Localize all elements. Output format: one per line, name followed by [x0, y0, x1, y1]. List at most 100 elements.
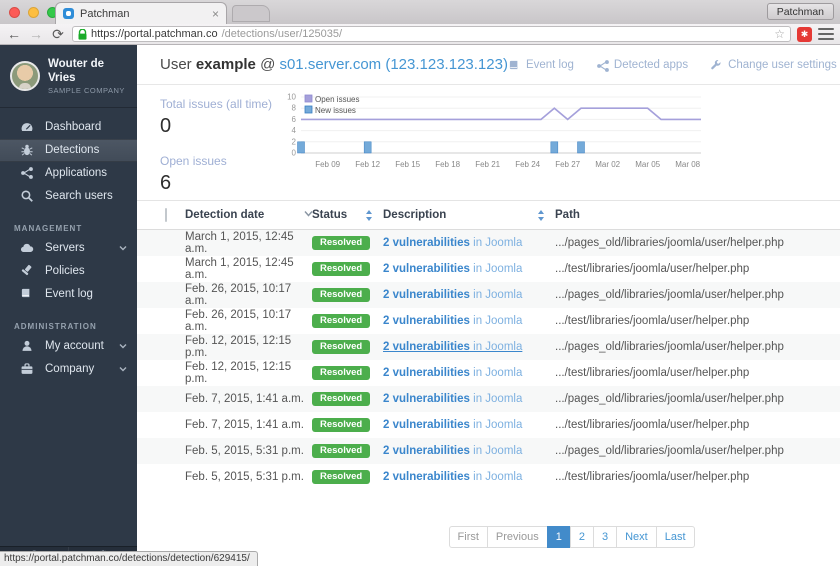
- vulnerability-count: 2 vulnerabilities: [383, 289, 470, 301]
- page-button-next[interactable]: Next: [616, 526, 657, 548]
- header-action-event-log[interactable]: Event log: [508, 59, 574, 71]
- tab-close-icon[interactable]: ×: [212, 8, 219, 20]
- chevron-down-icon: [119, 366, 127, 372]
- menu-icon[interactable]: [818, 28, 834, 40]
- sidebar-item-company[interactable]: Company: [0, 358, 137, 381]
- sidebar-item-detections[interactable]: Detections: [0, 139, 137, 162]
- url-host-text: https://portal.patchman.co: [91, 28, 218, 40]
- back-button[interactable]: ←: [6, 27, 22, 41]
- sort-both-icon[interactable]: [365, 210, 373, 220]
- status-badge: Resolved: [312, 392, 370, 406]
- vulnerability-count: 2 vulnerabilities: [383, 341, 470, 353]
- sort-both-icon[interactable]: [537, 210, 545, 220]
- path-text: .../pages_old/libraries/joomla/user/help…: [555, 445, 784, 457]
- status-badge: Resolved: [312, 444, 370, 458]
- sidebar-item-label: My account: [45, 340, 108, 352]
- bug-icon: [20, 143, 34, 157]
- vulnerability-link[interactable]: 2 vulnerabilities in Joomla: [383, 367, 522, 379]
- vulnerability-link[interactable]: 2 vulnerabilities in Joomla: [383, 393, 522, 405]
- header-action-change-user-settings[interactable]: Change user settings: [710, 59, 837, 71]
- description-cell: 2 vulnerabilities in Joomla: [383, 237, 555, 249]
- page-button-1[interactable]: 1: [547, 526, 571, 548]
- profile-button[interactable]: Patchman: [767, 3, 834, 20]
- status-badge: Resolved: [312, 366, 370, 380]
- sidebar-user-block[interactable]: Wouter de Vries SAMPLE COMPANY: [0, 45, 137, 108]
- table-row: Feb. 5, 2015, 5:31 p.m.Resolved2 vulnera…: [137, 438, 840, 464]
- page-button-last[interactable]: Last: [656, 526, 695, 548]
- avatar: [10, 61, 40, 91]
- svg-text:Feb 09: Feb 09: [315, 160, 340, 169]
- svg-text:4: 4: [292, 126, 297, 135]
- stats-panel: Total issues (all time)0Open issues6: [160, 97, 280, 211]
- path-cell: .../test/libraries/joomla/user/helper.ph…: [555, 471, 840, 483]
- url-path-text: /detections/user/125035/: [222, 28, 771, 40]
- status-cell: Resolved: [312, 470, 383, 484]
- path-text: .../pages_old/libraries/joomla/user/help…: [555, 341, 784, 353]
- sidebar-item-my-account[interactable]: My account: [0, 335, 137, 358]
- page-button-3[interactable]: 3: [593, 526, 617, 548]
- description-cell: 2 vulnerabilities in Joomla: [383, 471, 555, 483]
- new-tab-button[interactable]: [232, 5, 270, 22]
- vulnerability-link[interactable]: 2 vulnerabilities in Joomla: [383, 341, 522, 353]
- page-button-first: First: [449, 526, 488, 548]
- book-icon: [20, 287, 34, 301]
- vulnerability-link[interactable]: 2 vulnerabilities in Joomla: [383, 263, 522, 275]
- bookmark-star-icon[interactable]: ☆: [774, 27, 785, 41]
- sidebar-item-search-users[interactable]: Search users: [0, 185, 137, 208]
- svg-text:Feb 18: Feb 18: [435, 160, 460, 169]
- url-bar[interactable]: https://portal.patchman.co/detections/us…: [72, 26, 791, 42]
- column-header-path[interactable]: Path: [555, 209, 840, 221]
- sidebar-item-policies[interactable]: Policies: [0, 260, 137, 283]
- vulnerability-link[interactable]: 2 vulnerabilities in Joomla: [383, 445, 522, 457]
- page-button-2[interactable]: 2: [570, 526, 594, 548]
- header-action-detected-apps[interactable]: Detected apps: [596, 59, 688, 71]
- detection-date-cell: Feb. 5, 2015, 5:31 p.m.: [185, 471, 312, 483]
- detection-date-cell: Feb. 26, 2015, 10:17 a.m.: [185, 283, 312, 307]
- tab-strip: Patchman × Patchman: [0, 0, 840, 24]
- vulnerability-app: in Joomla: [470, 471, 522, 483]
- column-header-status[interactable]: Status: [312, 209, 383, 221]
- sidebar-nav: DashboardDetectionsApplicationsSearch us…: [0, 108, 137, 381]
- lock-icon: [78, 29, 87, 40]
- status-cell: Resolved: [312, 392, 383, 406]
- description-cell: 2 vulnerabilities in Joomla: [383, 315, 555, 327]
- share-nodes-icon: [596, 59, 608, 71]
- sidebar-item-applications[interactable]: Applications: [0, 162, 137, 185]
- vulnerability-link[interactable]: 2 vulnerabilities in Joomla: [383, 289, 522, 301]
- vulnerability-count: 2 vulnerabilities: [383, 367, 470, 379]
- vulnerability-app: in Joomla: [470, 367, 522, 379]
- path-cell: .../pages_old/libraries/joomla/user/help…: [555, 341, 840, 353]
- sidebar-item-servers[interactable]: Servers: [0, 237, 137, 260]
- sidebar-item-dashboard[interactable]: Dashboard: [0, 116, 137, 139]
- sidebar-item-event-log[interactable]: Event log: [0, 283, 137, 306]
- vulnerability-link[interactable]: 2 vulnerabilities in Joomla: [383, 471, 522, 483]
- extension-icon[interactable]: ✱: [797, 27, 812, 42]
- forward-button[interactable]: →: [28, 27, 44, 41]
- reload-button[interactable]: ⟳: [50, 27, 66, 41]
- path-cell: .../pages_old/libraries/joomla/user/help…: [555, 237, 840, 249]
- status-cell: Resolved: [312, 366, 383, 380]
- chevron-down-icon: [119, 343, 127, 349]
- svg-text:Mar 05: Mar 05: [635, 160, 660, 169]
- column-header-description[interactable]: Description: [383, 209, 555, 221]
- vulnerability-count: 2 vulnerabilities: [383, 315, 470, 327]
- server-link[interactable]: s01.server.com (123.123.123.123): [279, 56, 507, 73]
- vulnerability-app: in Joomla: [470, 315, 522, 327]
- sidebar-section-title: ADMINISTRATION: [0, 322, 137, 335]
- path-text: .../test/libraries/joomla/user/helper.ph…: [555, 367, 749, 379]
- sidebar: Wouter de Vries SAMPLE COMPANY Dashboard…: [0, 45, 137, 566]
- vulnerability-link[interactable]: 2 vulnerabilities in Joomla: [383, 237, 522, 249]
- vulnerability-link[interactable]: 2 vulnerabilities in Joomla: [383, 419, 522, 431]
- detection-date-cell: Feb. 12, 2015, 12:15 p.m.: [185, 361, 312, 385]
- vulnerability-count: 2 vulnerabilities: [383, 237, 470, 249]
- title-user-name: example: [196, 56, 256, 73]
- main-content: User example @ s01.server.com (123.123.1…: [137, 45, 840, 566]
- browser-tab[interactable]: Patchman ×: [55, 2, 227, 24]
- svg-text:0: 0: [292, 149, 297, 158]
- sort-desc-icon[interactable]: [304, 210, 312, 220]
- wrench-icon: [710, 59, 722, 71]
- issues-chart: 0246810Feb 09Feb 12Feb 15Feb 18Feb 21Feb…: [277, 89, 707, 181]
- window-minimize-button[interactable]: [28, 7, 39, 18]
- vulnerability-link[interactable]: 2 vulnerabilities in Joomla: [383, 315, 522, 327]
- window-close-button[interactable]: [9, 7, 20, 18]
